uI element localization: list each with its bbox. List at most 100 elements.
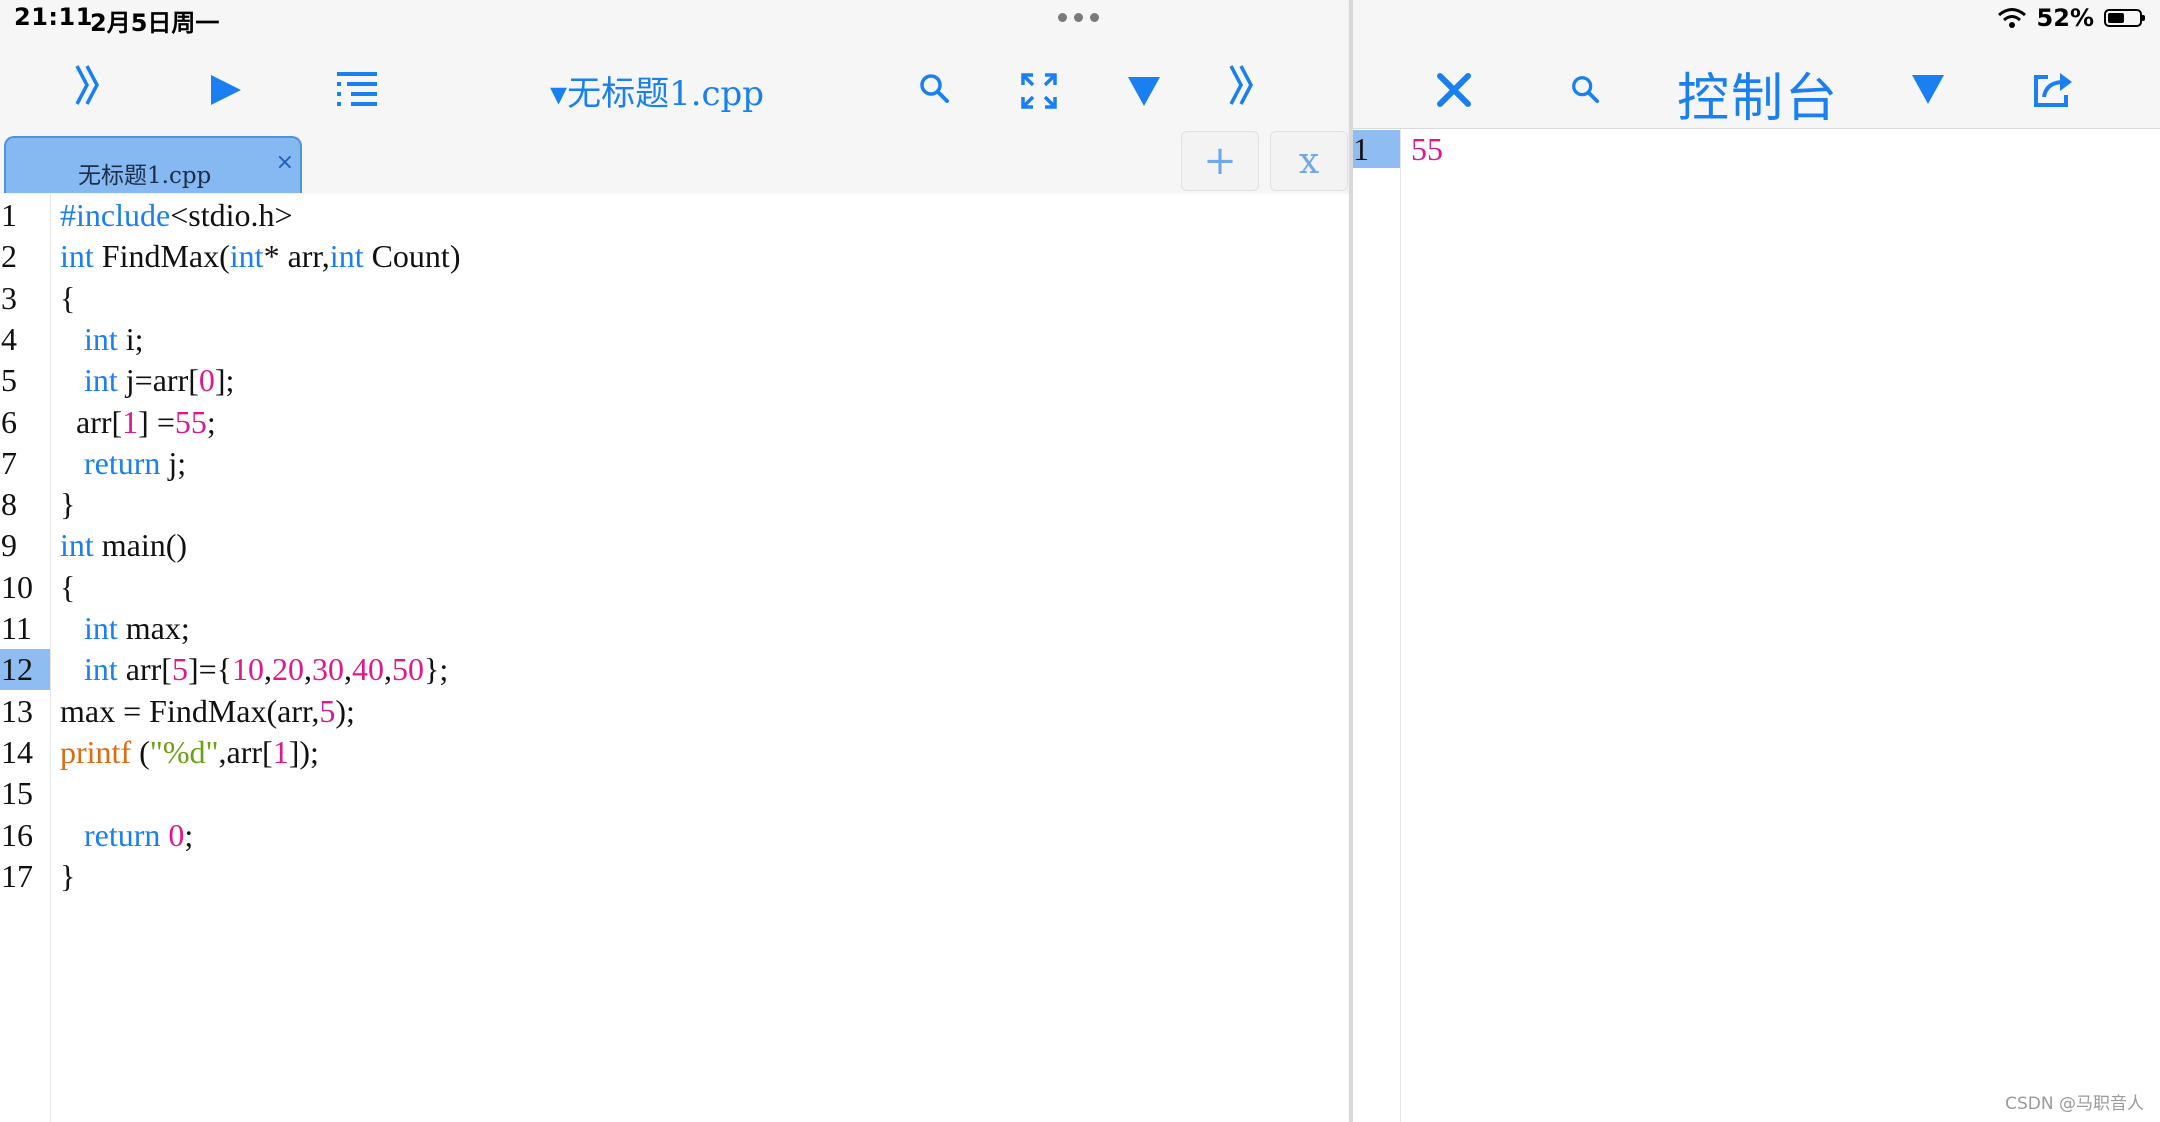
code-token: arr[ — [60, 403, 123, 440]
triangle-down-icon[interactable] — [1124, 72, 1164, 110]
editor-pane: 21:11 2月5日周一 ▾无标题1.cpp 无标题1.cpp × + x 1 … — [0, 0, 1350, 1122]
code-line[interactable]: int j=arr[0]; — [60, 360, 234, 401]
battery-percent: 52% — [2036, 4, 2094, 32]
outline-list-icon[interactable] — [336, 70, 380, 110]
tab-file-label: 无标题1.cpp — [78, 163, 212, 189]
status-time: 21:11 — [14, 3, 93, 31]
code-token: ] = — [138, 403, 175, 440]
search-icon[interactable] — [916, 70, 952, 106]
code-token: 1 — [122, 403, 139, 440]
code-line[interactable]: int i; — [60, 319, 144, 360]
code-token: 20 — [272, 651, 305, 688]
code-line[interactable]: int main() — [60, 525, 187, 566]
tab-file[interactable]: 无标题1.cpp × — [4, 136, 302, 193]
code-token: ; — [184, 816, 194, 853]
battery-icon — [2104, 9, 2145, 27]
share-icon[interactable] — [2031, 68, 2075, 110]
code-token: <stdio.h> — [170, 197, 293, 233]
multitask-menu-icon[interactable] — [1058, 13, 1099, 22]
code-token: int — [84, 362, 118, 399]
console-output: 55 — [1411, 131, 1443, 167]
code-token: int — [84, 651, 118, 688]
search-icon[interactable] — [1568, 72, 1602, 106]
code-line[interactable]: int arr[5]={10,20,30,40,50}; — [60, 649, 448, 690]
line-number: 13 — [1, 692, 33, 729]
code-line[interactable]: int max; — [60, 608, 190, 649]
code-token: max = FindMax(arr, — [60, 692, 320, 729]
close-tab-button[interactable]: x — [1270, 131, 1348, 191]
file-title-dropdown[interactable]: ▾无标题1.cpp — [550, 66, 764, 115]
code-token: }; — [424, 651, 449, 688]
code-line[interactable]: { — [60, 567, 75, 608]
line-number: 12 — [0, 649, 50, 691]
code-line[interactable]: } — [60, 484, 75, 525]
line-number: 8 — [1, 486, 17, 523]
double-chevron-right-icon[interactable] — [1222, 62, 1262, 108]
tab-close-icon[interactable]: × — [276, 150, 294, 175]
code-token: j; — [160, 444, 187, 481]
code-token: #include — [60, 197, 171, 233]
code-token: , — [264, 651, 273, 688]
code-token: return — [84, 816, 161, 853]
code-token: printf — [60, 733, 132, 770]
code-line[interactable]: int FindMax(int* arr,int Count) — [60, 236, 460, 277]
code-token: max; — [117, 610, 190, 646]
wifi-icon — [1997, 8, 2026, 28]
line-number: 14 — [1, 733, 33, 770]
line-number: 9 — [1, 527, 17, 564]
code-token: int — [60, 527, 94, 564]
line-number: 6 — [1, 403, 17, 440]
line-number: 11 — [1, 610, 32, 646]
line-number: 16 — [1, 816, 33, 853]
code-token: ,arr[ — [218, 733, 273, 770]
code-line[interactable]: return 0; — [60, 815, 193, 856]
triangle-down-icon[interactable] — [1908, 70, 1948, 108]
code-line[interactable]: { — [60, 278, 75, 319]
code-token: , — [344, 651, 353, 688]
run-play-icon[interactable] — [206, 70, 246, 110]
code-line[interactable]: arr[1] =55; — [60, 402, 216, 443]
line-number: 4 — [1, 320, 17, 357]
code-token: 0 — [198, 362, 215, 399]
code-token: int — [84, 610, 118, 646]
code-token: arr[ — [117, 651, 172, 688]
code-line[interactable]: } — [60, 856, 75, 897]
code-line[interactable]: return j; — [60, 443, 186, 484]
code-token: i; — [117, 320, 144, 357]
code-token: 50 — [392, 651, 425, 688]
code-token: int — [329, 238, 364, 275]
status-date: 2月5日周一 — [90, 9, 220, 37]
line-number: 7 — [1, 444, 17, 481]
code-line[interactable]: #include<stdio.h> — [60, 195, 293, 236]
code-token: * arr, — [263, 238, 330, 275]
code-token: { — [60, 279, 76, 316]
new-tab-button[interactable]: + — [1181, 131, 1259, 191]
line-number: 15 — [1, 775, 33, 812]
code-line[interactable]: printf ("%d",arr[1]); — [60, 732, 319, 773]
code-token: 0 — [168, 816, 185, 853]
code-token: 5 — [319, 692, 336, 729]
code-token: ( — [131, 733, 150, 770]
code-token: ; — [206, 403, 216, 440]
double-chevron-right-icon[interactable] — [68, 62, 108, 108]
code-token: 10 — [232, 651, 265, 688]
code-token: , — [304, 651, 313, 688]
code-token: ); — [335, 692, 355, 729]
line-number: 1 — [1, 197, 17, 233]
code-token: ]={ — [187, 651, 233, 688]
code-token: int — [229, 238, 264, 275]
code-token: 30 — [312, 651, 345, 688]
console-gutter — [1353, 129, 1401, 1122]
code-token: return — [84, 444, 161, 481]
expand-icon[interactable] — [1020, 72, 1058, 110]
code-token: } — [60, 857, 76, 894]
close-icon[interactable] — [1434, 70, 1474, 110]
code-token: { — [60, 568, 76, 605]
code-line[interactable]: max = FindMax(arr,5); — [60, 691, 355, 732]
line-number: 10 — [1, 568, 33, 605]
